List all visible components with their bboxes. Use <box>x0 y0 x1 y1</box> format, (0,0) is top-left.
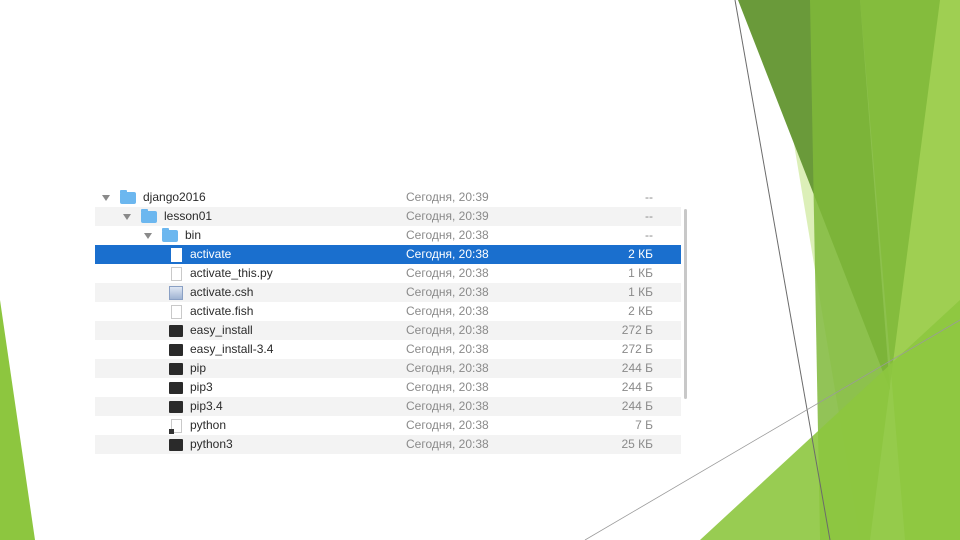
finder-file-list: django2016 Сегодня, 20:39 -- lesson01 Сегодн… <box>95 187 687 455</box>
file-size: 244 Б <box>621 380 653 394</box>
file-row[interactable]: activate Сегодня, 20:38 2 КБ <box>95 245 681 264</box>
date-modified: Сегодня, 20:38 <box>406 266 489 280</box>
name-cell: activate.csh <box>169 283 253 302</box>
document-icon <box>171 266 182 281</box>
document-icon <box>171 304 182 319</box>
name-cell: pip3 <box>169 378 213 397</box>
decor-green-shape-left <box>0 300 35 540</box>
file-row[interactable]: pip3 Сегодня, 20:38 244 Б <box>95 378 681 397</box>
file-size: 244 Б <box>621 399 653 413</box>
file-size: 25 КБ <box>621 437 653 451</box>
file-name: easy_install <box>190 323 253 337</box>
date-modified: Сегодня, 20:39 <box>406 209 489 223</box>
terminal-exec-icon <box>169 324 183 337</box>
date-modified: Сегодня, 20:38 <box>406 228 489 242</box>
file-row[interactable]: activate_this.py Сегодня, 20:38 1 КБ <box>95 264 681 283</box>
file-name: activate_this.py <box>190 266 273 280</box>
date-modified: Сегодня, 20:38 <box>406 285 489 299</box>
name-cell: python <box>169 416 226 435</box>
name-cell: python3 <box>169 435 233 454</box>
folder-icon <box>141 208 157 223</box>
name-cell: lesson01 <box>123 207 212 226</box>
name-cell: pip3.4 <box>169 397 223 416</box>
name-cell: easy_install-3.4 <box>169 340 273 359</box>
file-size: 7 Б <box>635 418 653 432</box>
disclosure-triangle-icon[interactable] <box>123 213 131 220</box>
file-size: 2 КБ <box>628 247 653 261</box>
file-row[interactable]: easy_install-3.4 Сегодня, 20:38 272 Б <box>95 340 681 359</box>
folder-row[interactable]: lesson01 Сегодня, 20:39 -- <box>95 207 681 226</box>
date-modified: Сегодня, 20:38 <box>406 304 489 318</box>
alias-icon <box>169 418 182 434</box>
file-name: python <box>190 418 227 432</box>
file-row[interactable]: pip3.4 Сегодня, 20:38 244 Б <box>95 397 681 416</box>
file-row[interactable]: activate.fish Сегодня, 20:38 2 КБ <box>95 302 681 321</box>
disclosure-triangle-icon[interactable] <box>102 194 110 201</box>
date-modified: Сегодня, 20:38 <box>406 247 489 261</box>
folder-row[interactable]: bin Сегодня, 20:38 -- <box>95 226 681 245</box>
date-modified: Сегодня, 20:38 <box>406 437 489 451</box>
file-row[interactable]: python Сегодня, 20:38 7 Б <box>95 416 681 435</box>
name-cell: activate <box>169 245 231 264</box>
file-row[interactable]: activate.csh Сегодня, 20:38 1 КБ <box>95 283 681 302</box>
date-modified: Сегодня, 20:39 <box>406 190 489 204</box>
file-name: pip3 <box>190 380 213 394</box>
file-row[interactable]: pip Сегодня, 20:38 244 Б <box>95 359 681 378</box>
file-name: easy_install-3.4 <box>190 342 274 356</box>
file-size: 272 Б <box>621 323 653 337</box>
file-name: activate.csh <box>190 285 254 299</box>
file-name: django2016 <box>143 190 206 204</box>
document-icon <box>171 247 182 262</box>
file-name: bin <box>185 228 202 242</box>
terminal-exec-icon <box>169 362 183 375</box>
file-size: 244 Б <box>621 361 653 375</box>
name-cell: django2016 <box>102 188 206 207</box>
file-name: lesson01 <box>164 209 213 223</box>
folder-row[interactable]: django2016 Сегодня, 20:39 -- <box>95 188 681 207</box>
file-size: 2 КБ <box>628 304 653 318</box>
name-cell: easy_install <box>169 321 253 340</box>
date-modified: Сегодня, 20:38 <box>406 399 489 413</box>
name-cell: activate_this.py <box>169 264 273 283</box>
file-size: -- <box>645 228 653 242</box>
name-cell: activate.fish <box>169 302 253 321</box>
file-size: -- <box>645 190 653 204</box>
file-size: 1 КБ <box>628 285 653 299</box>
date-modified: Сегодня, 20:38 <box>406 418 489 432</box>
date-modified: Сегодня, 20:38 <box>406 323 489 337</box>
file-row[interactable]: easy_install Сегодня, 20:38 272 Б <box>95 321 681 340</box>
folder-icon <box>120 189 136 204</box>
folder-icon <box>162 227 178 242</box>
date-modified: Сегодня, 20:38 <box>406 361 489 375</box>
file-size: 272 Б <box>621 342 653 356</box>
disclosure-triangle-icon[interactable] <box>144 232 152 239</box>
date-modified: Сегодня, 20:38 <box>406 342 489 356</box>
file-name: activate <box>190 247 232 261</box>
terminal-exec-icon <box>169 400 183 413</box>
vertical-scrollbar[interactable] <box>684 209 687 399</box>
file-size: 1 КБ <box>628 266 653 280</box>
terminal-exec-icon <box>169 438 183 451</box>
file-name: pip3.4 <box>190 399 223 413</box>
terminal-exec-icon <box>169 381 183 394</box>
date-modified: Сегодня, 20:38 <box>406 380 489 394</box>
name-cell: pip <box>169 359 206 378</box>
file-row[interactable]: python3 Сегодня, 20:38 25 КБ <box>95 435 681 454</box>
file-name: python3 <box>190 437 233 451</box>
file-name: activate.fish <box>190 304 254 318</box>
script-icon <box>169 285 183 300</box>
terminal-exec-icon <box>169 343 183 356</box>
name-cell: bin <box>144 226 201 245</box>
file-name: pip <box>190 361 207 375</box>
file-size: -- <box>645 209 653 223</box>
